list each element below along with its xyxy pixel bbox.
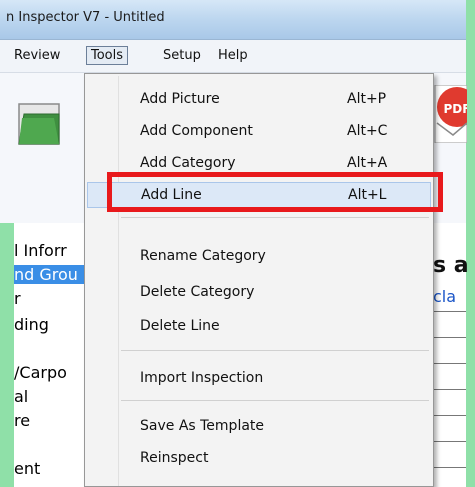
menu-item-rename-category[interactable]: Rename Category — [85, 244, 433, 270]
menu-separator — [121, 217, 429, 218]
tree-item[interactable]: ding — [14, 315, 49, 334]
menu-item-reinspect[interactable]: Reinspect — [85, 446, 433, 472]
menu-item-label: Delete Category — [140, 284, 255, 300]
menu-item-shortcut: Alt+C — [347, 123, 388, 139]
menu-item-delete-category[interactable]: Delete Category — [85, 280, 433, 306]
menu-bar: Review Tools Setup Help — [0, 40, 466, 73]
divider — [433, 363, 466, 364]
divider — [433, 389, 466, 390]
content-link[interactable]: cla — [433, 287, 456, 306]
divider — [433, 441, 466, 442]
category-tree-panel: l Inforr nd Grou r ding /Carpo al re ent — [14, 223, 84, 487]
divider — [433, 337, 466, 338]
background-frame-right — [466, 0, 475, 487]
menu-setup[interactable]: Setup — [159, 47, 205, 64]
menu-item-shortcut: Alt+P — [347, 91, 387, 107]
divider — [433, 467, 466, 468]
menu-item-label: Delete Line — [140, 318, 220, 334]
open-folder-icon[interactable] — [18, 96, 60, 146]
menu-item-import-inspection[interactable]: Import Inspection — [85, 366, 433, 392]
menu-item-label: Add Component — [140, 123, 253, 139]
menu-item-shortcut: Alt+A — [347, 155, 388, 171]
annotation-highlight-box — [107, 172, 443, 212]
tree-item[interactable]: al — [14, 387, 28, 406]
pdf-icon[interactable]: PDF — [433, 85, 467, 143]
menu-item-delete-line[interactable]: Delete Line — [85, 314, 433, 340]
menu-item-label: Add Category — [140, 155, 236, 171]
menu-item-label: Rename Category — [140, 248, 266, 264]
menu-tools[interactable]: Tools — [86, 46, 129, 65]
menu-item-label: Import Inspection — [140, 370, 264, 386]
menu-item-label: Save As Template — [140, 418, 265, 434]
section-heading: s a — [433, 253, 469, 278]
menu-item-label: Reinspect — [140, 450, 209, 466]
menu-review[interactable]: Review — [10, 47, 64, 64]
menu-item-label: Add Picture — [140, 91, 220, 107]
menu-help[interactable]: Help — [214, 47, 252, 64]
tree-item[interactable]: ent — [14, 459, 40, 478]
tools-dropdown-menu: Add Picture Alt+P Add Component Alt+C Ad… — [84, 73, 434, 487]
window-title: n Inspector V7 - Untitled — [6, 10, 165, 25]
menu-separator — [121, 400, 429, 401]
menu-item-add-component[interactable]: Add Component Alt+C — [85, 119, 433, 145]
tree-item[interactable]: /Carpo — [14, 363, 67, 382]
tree-item[interactable]: re — [14, 411, 30, 430]
window-titlebar: n Inspector V7 - Untitled — [0, 0, 466, 40]
menu-separator — [121, 350, 429, 351]
pdf-icon-label: PDF — [444, 102, 467, 116]
divider — [433, 415, 466, 416]
divider — [433, 311, 466, 312]
menu-item-save-as-template[interactable]: Save As Template — [85, 414, 433, 440]
tree-item[interactable]: r — [14, 289, 21, 308]
tree-item[interactable]: l Inforr — [14, 241, 67, 260]
menu-item-add-picture[interactable]: Add Picture Alt+P — [85, 87, 433, 113]
tree-item-selected[interactable]: nd Grou — [14, 265, 84, 284]
